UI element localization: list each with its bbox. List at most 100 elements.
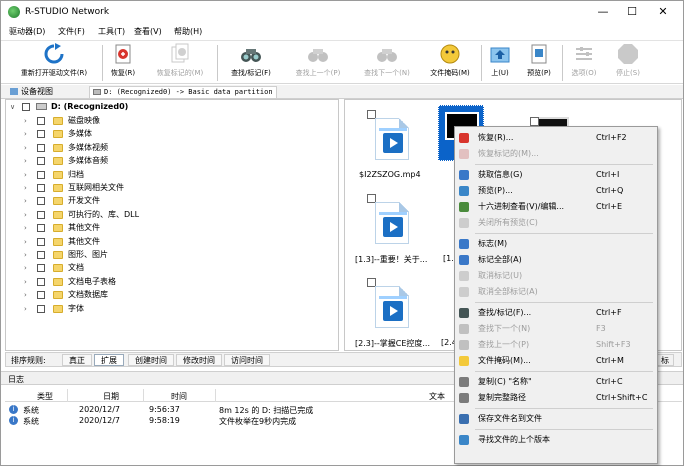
menu-separator bbox=[475, 233, 653, 234]
context-menu-item[interactable]: 关闭所有预览(C) bbox=[455, 215, 657, 231]
stop-button[interactable]: 停止(S) bbox=[610, 43, 646, 83]
tree-checkbox[interactable] bbox=[37, 224, 45, 233]
context-menu-item[interactable]: 标记全部(A) bbox=[455, 252, 657, 268]
tree-checkbox[interactable] bbox=[37, 184, 45, 192]
tree-checkbox[interactable] bbox=[37, 251, 45, 259]
sort-real[interactable]: 真正 bbox=[62, 354, 92, 366]
info-icon bbox=[459, 170, 469, 180]
context-menu-item[interactable]: 恢复标记的(M)... bbox=[455, 146, 657, 162]
menu-drive[interactable]: 驱动器(D) bbox=[9, 26, 45, 37]
menu-item-shortcut: Shift+F3 bbox=[596, 340, 631, 349]
recover-button[interactable]: 恢复(R) bbox=[105, 43, 141, 83]
context-menu-item[interactable]: 复制(C) "名称" Ctrl+C bbox=[455, 374, 657, 390]
context-menu-item[interactable]: 取消标记(U) bbox=[455, 268, 657, 284]
tree-checkbox[interactable] bbox=[37, 237, 45, 246]
context-menu-item[interactable]: 保存文件名到文件 bbox=[455, 411, 657, 427]
context-menu-item[interactable]: 寻找文件的上个版本 bbox=[455, 432, 657, 448]
tree-checkbox[interactable] bbox=[22, 103, 30, 111]
file-item[interactable]: [1.3]--重要！关于... bbox=[345, 194, 427, 274]
file-item[interactable]: [2.3]--掌握CE控度... bbox=[345, 278, 430, 350]
find-mark-button[interactable]: 查找/标记(F) bbox=[222, 43, 280, 83]
tree-checkbox[interactable] bbox=[37, 143, 45, 152]
sort-extension[interactable]: 扩展 bbox=[94, 354, 124, 366]
menu-help[interactable]: 帮助(H) bbox=[174, 26, 202, 37]
menu-tools[interactable]: 工具(T) bbox=[98, 26, 125, 37]
tree-checkbox[interactable] bbox=[37, 170, 45, 179]
sort-right-tab[interactable]: 标 bbox=[656, 354, 674, 366]
expand-icon[interactable]: › bbox=[24, 128, 32, 140]
find-next-button[interactable]: 查找下一个(N) bbox=[355, 43, 419, 83]
options-button[interactable]: 选项(O) bbox=[566, 43, 602, 83]
expand-icon[interactable]: › bbox=[24, 115, 32, 127]
breadcrumb[interactable]: D: (Recognized0) -> Basic data partition bbox=[89, 86, 277, 98]
tree-folder-label: 其他文件 bbox=[68, 223, 100, 233]
expand-icon[interactable]: › bbox=[24, 209, 32, 221]
preview-button[interactable]: 预览(P) bbox=[521, 43, 557, 83]
title-bar: R-STUDIO Network — ☐ ✕ bbox=[1, 1, 683, 23]
expand-icon[interactable]: › bbox=[24, 222, 32, 234]
expand-icon[interactable]: › bbox=[24, 142, 32, 154]
folder-icon bbox=[53, 197, 63, 206]
menu-item-label: 寻找文件的上个版本 bbox=[478, 435, 550, 444]
menu-view[interactable]: 查看(V) bbox=[134, 26, 162, 37]
minimize-button[interactable]: — bbox=[589, 4, 617, 20]
tree-folder-label: 文档数据库 bbox=[68, 290, 108, 300]
expand-icon[interactable]: › bbox=[24, 155, 32, 167]
context-menu-item[interactable]: 查找/标记(F)... Ctrl+F bbox=[455, 305, 657, 321]
context-menu-item[interactable]: 获取信息(G) Ctrl+I bbox=[455, 167, 657, 183]
menu-bar: 驱动器(D) 文件(F) 工具(T) 查看(V) 帮助(H) bbox=[1, 23, 683, 39]
tree-checkbox[interactable] bbox=[37, 277, 45, 286]
expand-icon[interactable]: › bbox=[24, 195, 32, 207]
log-col-text[interactable]: 文本 bbox=[429, 391, 445, 402]
context-menu-item[interactable]: 十六进制查看(V)/编辑... Ctrl+E bbox=[455, 199, 657, 215]
log-text: 8m 12s 的 D: 扫描已完成 bbox=[219, 406, 314, 415]
tree-checkbox[interactable] bbox=[37, 117, 45, 125]
find-previous-button[interactable]: 查找上一个(P) bbox=[286, 43, 350, 83]
file-item[interactable]: $I2ZSZOG.mp4 bbox=[345, 110, 421, 190]
maximize-button[interactable]: ☐ bbox=[618, 4, 646, 20]
file-mask-button[interactable]: 文件掩码(M) bbox=[424, 43, 476, 83]
reopen-drive-button[interactable]: 重新打开驱动文件(R) bbox=[9, 43, 99, 83]
tree-checkbox[interactable] bbox=[37, 304, 45, 313]
tree-checkbox[interactable] bbox=[37, 291, 45, 300]
context-menu-item[interactable]: 标志(M) bbox=[455, 236, 657, 252]
log-col-date[interactable]: 日期 bbox=[103, 391, 119, 402]
sort-accessed[interactable]: 访问时间 bbox=[224, 354, 270, 366]
close-button[interactable]: ✕ bbox=[649, 4, 677, 20]
context-menu-item[interactable]: 取消全部标记(A) bbox=[455, 284, 657, 300]
tree-checkbox[interactable] bbox=[37, 197, 45, 206]
sort-created[interactable]: 创建时间 bbox=[128, 354, 174, 366]
file-checkbox[interactable] bbox=[530, 117, 539, 126]
tree-checkbox[interactable] bbox=[37, 210, 45, 219]
expand-icon[interactable]: › bbox=[24, 182, 32, 194]
sort-modified[interactable]: 修改时间 bbox=[176, 354, 222, 366]
tree-checkbox[interactable] bbox=[37, 130, 45, 139]
menu-file[interactable]: 文件(F) bbox=[58, 26, 85, 37]
up-button[interactable]: 上(U) bbox=[485, 43, 515, 83]
tree-checkbox[interactable] bbox=[37, 157, 45, 166]
collapse-icon[interactable]: ∨ bbox=[10, 101, 18, 113]
context-menu-item[interactable]: 查找下一个(N) F3 bbox=[455, 321, 657, 337]
log-col-type[interactable]: 类型 bbox=[37, 391, 53, 402]
expand-icon[interactable]: › bbox=[24, 289, 32, 301]
log-date: 2020/12/7 bbox=[79, 416, 121, 425]
context-menu-item[interactable]: 文件掩码(M)... Ctrl+M bbox=[455, 353, 657, 369]
recover-marked-button[interactable]: 恢复标记的(M) bbox=[147, 43, 213, 83]
context-menu-item[interactable]: 查找上一个(P) Shift+F3 bbox=[455, 337, 657, 353]
context-menu-item[interactable]: 预览(P)... Ctrl+Q bbox=[455, 183, 657, 199]
expand-icon[interactable]: › bbox=[24, 303, 32, 315]
expand-icon[interactable]: › bbox=[24, 262, 32, 274]
log-col-time[interactable]: 时间 bbox=[171, 391, 187, 402]
device-view-tab[interactable]: 设备视图 bbox=[6, 86, 57, 98]
context-menu-item[interactable]: 复制完整路径 Ctrl+Shift+C bbox=[455, 390, 657, 406]
folder-icon bbox=[53, 130, 63, 139]
menu-item-shortcut: Ctrl+C bbox=[596, 377, 623, 386]
context-menu-item[interactable]: 恢复(R)... Ctrl+F2 bbox=[455, 130, 657, 146]
expand-icon[interactable]: › bbox=[24, 276, 32, 288]
expand-icon[interactable]: › bbox=[24, 236, 32, 248]
expand-icon[interactable]: › bbox=[24, 169, 32, 181]
tree-checkbox[interactable] bbox=[37, 264, 45, 273]
menu-item-shortcut: Ctrl+Q bbox=[596, 186, 624, 195]
expand-icon[interactable]: › bbox=[24, 249, 32, 261]
log-type: 系统 bbox=[23, 417, 39, 426]
